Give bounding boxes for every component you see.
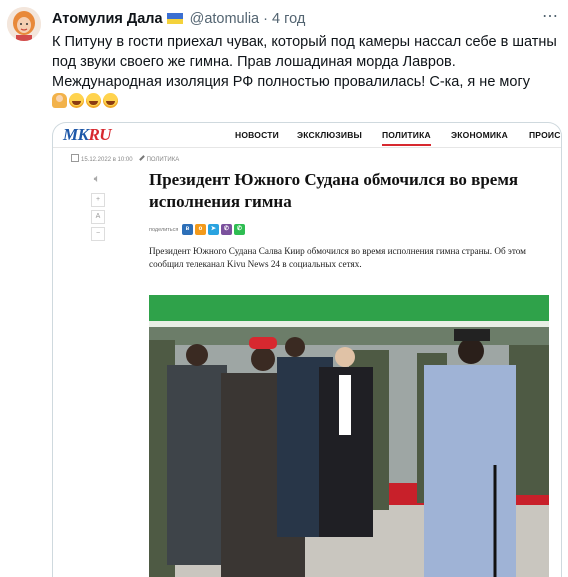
tweet-media-image[interactable]: MKRU НОВОСТИ ЭКСКЛЮЗИВЫ ПОЛИТИКА ЭКОНОМИ… xyxy=(52,122,562,577)
article-tools: 🔈︎ + A − xyxy=(91,173,105,244)
woman-facepalming-icon xyxy=(52,93,67,108)
pen-icon xyxy=(138,155,145,161)
article-photo xyxy=(149,295,549,577)
ukraine-flag-icon xyxy=(166,13,183,24)
speaker-icon: 🔈︎ xyxy=(93,173,101,185)
viber-share-icon: ✆ xyxy=(220,224,232,236)
share-bar: поделиться в о ➤ ✆ ✆ xyxy=(149,224,245,236)
calendar-icon xyxy=(71,154,79,162)
article-date: 15.12.2022 в 10:00 xyxy=(81,157,133,163)
tweet-header: Атомулия Дала @atomulia · 4 год xyxy=(52,9,305,29)
tweet[interactable]: Атомулия Дала @atomulia · 4 год ⋯ К Питу… xyxy=(0,0,568,577)
site-navbar: MKRU НОВОСТИ ЭКСКЛЮЗИВЫ ПОЛИТИКА ЭКОНОМИ… xyxy=(53,123,561,148)
author-handle[interactable]: @atomulia xyxy=(190,11,260,27)
article-meta: 15.12.2022 в 10:00 ПОЛИТИКА xyxy=(71,154,179,165)
separator-dot: · xyxy=(263,11,268,27)
font-size-icon: A xyxy=(91,210,105,224)
tears-of-joy-icon xyxy=(103,93,118,108)
share-label: поделиться xyxy=(149,227,179,233)
tweet-time[interactable]: 4 год xyxy=(272,11,305,27)
article-headline: Президент Южного Судана обмочился во вре… xyxy=(149,170,519,211)
article-rubric: ПОЛИТИКА xyxy=(146,157,180,163)
tweet-body: К Питуну в гости приехал чувак, который … xyxy=(52,34,557,90)
vk-share-icon: в xyxy=(181,224,193,236)
whatsapp-share-icon: ✆ xyxy=(233,224,245,236)
mk-logo: MKRU xyxy=(63,125,112,144)
nav-item-news: НОВОСТИ xyxy=(235,130,279,140)
author-name[interactable]: Атомулия Дала xyxy=(52,11,163,27)
nav-item-politics: ПОЛИТИКА xyxy=(382,130,431,146)
tears-of-joy-icon xyxy=(69,93,84,108)
nav-item-exclusives: ЭКСКЛЮЗИВЫ xyxy=(297,130,363,140)
tears-of-joy-icon xyxy=(86,93,101,108)
telegram-share-icon: ➤ xyxy=(207,224,219,236)
nav-item-economy: ЭКОНОМИКА xyxy=(451,130,508,140)
font-decrease-icon: − xyxy=(91,227,105,241)
avatar[interactable] xyxy=(7,7,41,41)
font-increase-icon: + xyxy=(91,193,105,207)
ok-share-icon: о xyxy=(194,224,206,236)
tweet-text: К Питуну в гости приехал чувак, который … xyxy=(52,32,560,112)
article-lead: Президент Южного Судана Салва Киир обмоч… xyxy=(149,246,526,269)
more-options-icon[interactable]: ⋯ xyxy=(539,9,561,25)
nav-item-incidents: ПРОИС xyxy=(529,130,561,140)
